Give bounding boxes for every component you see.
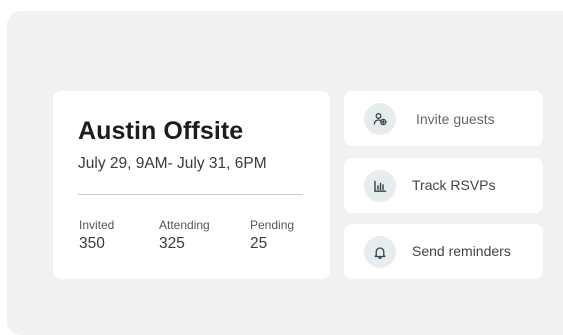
add-user-icon [364,103,396,135]
stat-label: Attending [159,218,210,232]
stat-value: 325 [159,235,185,252]
stat-pending: Pending 25 [250,218,294,253]
bell-icon [364,236,396,268]
event-dates: July 29, 9AM- July 31, 6PM [78,155,267,172]
invite-guests-button[interactable]: Invite guests [344,91,543,146]
track-rsvps-button[interactable]: Track RSVPs [344,158,543,213]
send-reminders-button[interactable]: Send reminders [344,224,543,279]
dashboard-panel: Austin Offsite July 29, 9AM- July 31, 6P… [7,11,563,335]
event-card: Austin Offsite July 29, 9AM- July 31, 6P… [53,91,330,279]
stat-value: 350 [79,235,105,252]
action-label: Send reminders [412,243,511,259]
bar-chart-icon [364,170,396,202]
action-label: Track RSVPs [412,177,496,193]
stat-label: Invited [79,218,115,232]
stat-value: 25 [250,235,268,252]
event-title: Austin Offsite [78,117,244,145]
stat-invited: Invited 350 [79,218,114,253]
stat-label: Pending [250,218,295,232]
action-label: Invite guests [416,111,495,127]
divider [78,194,303,195]
stat-attending: Attending 325 [159,218,210,253]
